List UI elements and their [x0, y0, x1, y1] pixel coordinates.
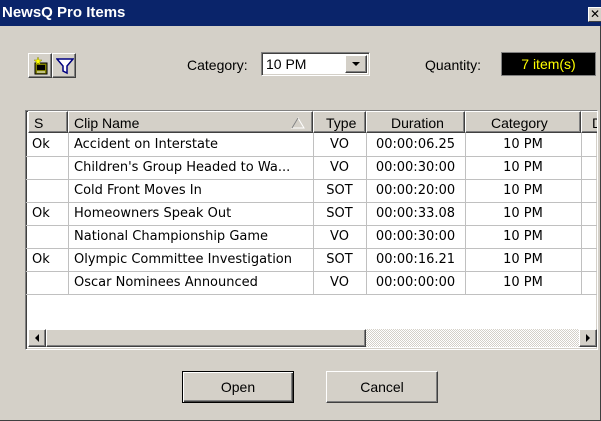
- grid-line: [26, 294, 597, 295]
- chevron-down-icon: [352, 62, 360, 66]
- window-title: NewsQ Pro Items: [2, 4, 126, 21]
- category-cell: 10 PM: [503, 137, 543, 152]
- category-cell: 10 PM: [503, 183, 543, 198]
- duration-cell: 00:00:30:00: [375, 229, 456, 244]
- clip-name-cell: Children's Group Headed to Wa...: [74, 160, 291, 175]
- column-header-d[interactable]: D: [581, 111, 597, 133]
- clip-name-cell: Homeowners Speak Out: [74, 206, 232, 221]
- table-row[interactable]: Ok Accident on Interstate VO 00:00:06.25…: [26, 133, 597, 156]
- status-cell: [32, 225, 66, 248]
- category-value: 10 PM: [266, 56, 307, 72]
- newsq-items-dialog: NewsQ Pro Items ✕ Category: 10 PM Quanti…: [0, 0, 601, 421]
- column-header-type[interactable]: Type: [313, 111, 366, 133]
- status-cell: [32, 179, 66, 202]
- table-row[interactable]: Ok Homeowners Speak Out SOT 00:00:33.08 …: [26, 202, 597, 225]
- clip-name-cell: Olympic Committee Investigation: [74, 252, 293, 267]
- category-cell: 10 PM: [503, 229, 543, 244]
- duration-cell: 00:00:20:00: [375, 183, 456, 198]
- new-item-icon: [33, 57, 48, 75]
- duration-cell: 00:00:33.08: [375, 206, 456, 221]
- status-cell: Ok: [32, 206, 50, 221]
- status-cell: Ok: [32, 137, 50, 152]
- type-cell: VO: [330, 137, 349, 152]
- scroll-thumb[interactable]: [46, 329, 366, 347]
- table-row[interactable]: Oscar Nominees Announced VO 00:00:00:00 …: [26, 271, 597, 294]
- table-row[interactable]: Ok Olympic Committee Investigation SOT 0…: [26, 248, 597, 271]
- table-row[interactable]: Children's Group Headed to Wa... VO 00:0…: [26, 156, 597, 179]
- title-bar[interactable]: NewsQ Pro Items ✕: [0, 0, 601, 26]
- type-cell: VO: [330, 229, 349, 244]
- clip-name-cell: Cold Front Moves In: [74, 183, 202, 198]
- status-cell: [32, 271, 66, 294]
- quantity-label: Quantity:: [425, 57, 482, 73]
- clip-name-cell: Accident on Interstate: [74, 137, 219, 152]
- arrow-left-icon: [35, 334, 39, 342]
- category-cell: 10 PM: [503, 206, 543, 221]
- type-cell: SOT: [326, 252, 353, 267]
- new-item-button[interactable]: [28, 53, 52, 78]
- quantity-display: 7 item(s): [501, 52, 596, 76]
- table-row[interactable]: National Championship Game VO 00:00:30:0…: [26, 225, 597, 248]
- type-cell: SOT: [326, 206, 353, 221]
- category-cell: 10 PM: [503, 160, 543, 175]
- sort-ascending-icon: [291, 117, 305, 129]
- duration-cell: 00:00:16.21: [375, 252, 456, 267]
- category-label: Category:: [187, 57, 248, 73]
- column-header-clip-name[interactable]: Clip Name: [68, 111, 313, 133]
- column-header-duration[interactable]: Duration: [366, 111, 465, 133]
- clip-list[interactable]: S Clip Name Type Duration Category D Ok …: [25, 110, 598, 350]
- category-dropdown-button[interactable]: [345, 55, 367, 73]
- table-row[interactable]: Cold Front Moves In SOT 00:00:20:00 10 P…: [26, 179, 597, 202]
- scroll-left-button[interactable]: [28, 329, 46, 347]
- duration-cell: 00:00:06.25: [375, 137, 456, 152]
- filter-button[interactable]: [52, 53, 76, 78]
- arrow-right-icon: [586, 334, 590, 342]
- scroll-right-button[interactable]: [579, 329, 597, 347]
- close-button[interactable]: ✕: [588, 7, 601, 22]
- duration-cell: 00:00:30:00: [375, 160, 456, 175]
- type-cell: VO: [330, 160, 349, 175]
- duration-cell: 00:00:00:00: [375, 275, 456, 290]
- category-select[interactable]: 10 PM: [261, 52, 370, 76]
- column-header-category[interactable]: Category: [465, 111, 581, 133]
- type-cell: VO: [330, 275, 349, 290]
- category-cell: 10 PM: [503, 252, 543, 267]
- clip-name-cell: Oscar Nominees Announced: [74, 275, 258, 290]
- open-button[interactable]: Open: [182, 371, 294, 403]
- column-header-s[interactable]: S: [28, 111, 68, 133]
- horizontal-scrollbar[interactable]: [28, 329, 597, 347]
- category-cell: 10 PM: [503, 275, 543, 290]
- clip-name-cell: National Championship Game: [74, 229, 269, 244]
- status-cell: Ok: [32, 252, 50, 267]
- status-cell: [32, 156, 66, 179]
- quantity-value: 7 item(s): [521, 56, 576, 72]
- filter-icon: [56, 58, 74, 75]
- type-cell: SOT: [326, 183, 353, 198]
- cancel-button[interactable]: Cancel: [326, 371, 438, 403]
